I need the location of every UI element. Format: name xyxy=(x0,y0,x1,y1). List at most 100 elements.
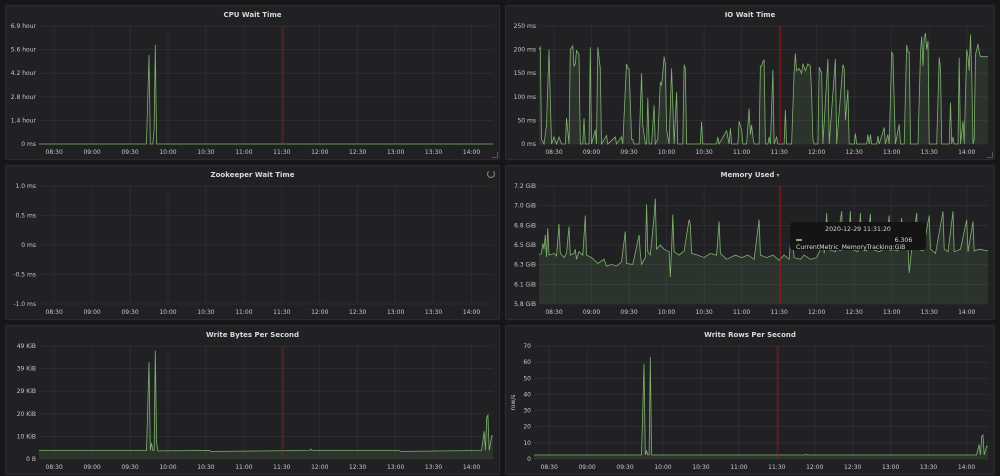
x-tick-label: 09:00 xyxy=(583,149,600,156)
x-tick-label: 12:00 xyxy=(311,464,328,471)
x-tick-label: 11:30 xyxy=(770,149,787,156)
y-tick-label: 5.8 GiB xyxy=(514,301,536,308)
x-tick-label: 12:30 xyxy=(349,464,366,471)
x-tick-label: 14:00 xyxy=(463,149,480,156)
series-area xyxy=(539,198,988,304)
x-tick-label: 13:00 xyxy=(387,464,404,471)
panel-write-rows-per-second[interactable]: Write Rows Per Second 0 10 20 30 40 50 60 70 08:… xyxy=(505,325,995,475)
x-tick-label: 14:00 xyxy=(463,309,480,316)
y-tick-label: 0 xyxy=(527,456,531,463)
y-tick-label: 49 KiB xyxy=(17,343,36,350)
x-tick-label: 11:00 xyxy=(235,309,252,316)
x-tick-label: 14:00 xyxy=(958,149,975,156)
x-tick-label: 14:00 xyxy=(958,464,975,471)
x-tick-label: 12:30 xyxy=(349,149,366,156)
x-tick-label: 11:30 xyxy=(273,149,290,156)
resize-handle[interactable] xyxy=(492,152,498,158)
y-tick-label: 7.2 GiB xyxy=(514,183,536,190)
x-tick-label: 09:00 xyxy=(83,149,100,156)
y-tick-label: 50 xyxy=(523,375,531,382)
resize-handle[interactable] xyxy=(987,152,993,158)
x-tick-label: 10:00 xyxy=(159,149,176,156)
x-tick-label: 08:30 xyxy=(545,149,562,156)
series-line xyxy=(534,357,988,456)
y-tick-label: 6.9 hour xyxy=(11,23,37,30)
x-tick-label: 08:30 xyxy=(46,464,63,471)
x-tick-label: 13:30 xyxy=(921,149,938,156)
chart-write-rows-per-second[interactable]: 0 10 20 30 40 50 60 70 08:30 09:00 09:30 10:00 10:30… xyxy=(506,326,996,476)
x-tick-label: 09:30 xyxy=(616,464,633,471)
y-tick-label: 40 xyxy=(523,391,531,398)
x-tick-label: 11:30 xyxy=(768,464,785,471)
x-tick-label: 14:00 xyxy=(958,309,975,316)
chart-zookeeper-wait-time[interactable]: -1.0 ms -0.5 ms 0 ms 0.5 ms 1.0 ms 08:30 09:00… xyxy=(6,166,501,321)
chart-cpu-wait-time[interactable]: 0 ms 1.4 hour 2.8 hour 4.2 hour 5.6 hour 6.9 … xyxy=(6,6,501,161)
x-tick-label: 10:30 xyxy=(197,309,214,316)
y-tick-label: 20 xyxy=(523,424,531,431)
x-tick-label: 12:00 xyxy=(806,464,823,471)
y-tick-label: 5.6 hour xyxy=(11,47,37,54)
y-tick-label: 0 B xyxy=(26,456,36,463)
x-tick-label: 12:00 xyxy=(311,309,328,316)
y-tick-label: 50 ms xyxy=(517,117,536,124)
y-tick-label: 4.2 hour xyxy=(11,70,37,77)
x-tick-label: 11:00 xyxy=(235,149,252,156)
x-tick-label: 11:00 xyxy=(733,149,750,156)
x-tick-label: 13:00 xyxy=(387,149,404,156)
y-tick-label: 10 KiB xyxy=(17,433,36,440)
chart-io-wait-time[interactable]: 0 ms 50 ms 100 ms 150 ms 200 ms 250 ms 08:30 09… xyxy=(506,6,996,161)
panel-write-bytes-per-second[interactable]: Write Bytes Per Second 0 B 10 KiB 20 KiB 29… xyxy=(5,325,500,475)
panel-cpu-wait-time[interactable]: CPU Wait Time 0 ms 1.4 hour 2.8 hour 4.2 ho… xyxy=(5,5,500,160)
tooltip-time: 2020-12-29 11:31:20 xyxy=(825,226,891,233)
y-tick-label: 150 ms xyxy=(514,70,536,77)
x-tick-label: 09:00 xyxy=(83,464,100,471)
x-tick-label: 10:30 xyxy=(692,464,709,471)
x-tick-label: 12:00 xyxy=(808,149,825,156)
x-tick-label: 13:00 xyxy=(387,309,404,316)
x-tick-label: 09:30 xyxy=(121,309,138,316)
tooltip-row: CurrentMetric_MemoryTracking: 6.306 GiB xyxy=(796,237,920,251)
x-tick-label: 08:30 xyxy=(545,309,562,316)
series-swatch-icon xyxy=(796,239,802,241)
x-tick-label: 13:30 xyxy=(920,464,937,471)
y-tick-label: 1.0 ms xyxy=(16,183,36,190)
x-tick-label: 08:30 xyxy=(46,309,63,316)
y-tick-label: 60 xyxy=(523,359,531,366)
y-tick-label: 200 ms xyxy=(514,47,536,54)
y-tick-label: 20 KiB xyxy=(17,411,36,418)
y-tick-label: 100 ms xyxy=(514,94,536,101)
x-tick-label: 13:30 xyxy=(425,464,442,471)
y-tick-label: 30 xyxy=(523,408,531,415)
x-tick-label: 09:00 xyxy=(83,309,100,316)
x-tick-label: 11:30 xyxy=(273,309,290,316)
tooltip-value: 6.306 GiB xyxy=(894,237,913,251)
x-tick-label: 09:30 xyxy=(121,149,138,156)
y-tick-label: 10 xyxy=(523,440,531,447)
x-tick-label: 13:00 xyxy=(883,309,900,316)
y-tick-label: 7.0 GiB xyxy=(514,203,536,210)
y-tick-label: 6.5 GiB xyxy=(514,242,536,249)
y-tick-label: 250 ms xyxy=(514,23,536,30)
y-tick-label: 0 ms xyxy=(21,242,36,249)
x-tick-label: 10:30 xyxy=(695,309,712,316)
x-tick-label: 10:30 xyxy=(695,149,712,156)
y-tick-label: 1.4 hour xyxy=(11,117,37,124)
x-tick-label: 10:30 xyxy=(197,464,214,471)
x-tick-label: 09:00 xyxy=(583,309,600,316)
panel-zookeeper-wait-time[interactable]: Zookeeper Wait Time -1.0 ms -0.5 ms 0 ms 0.… xyxy=(5,165,500,320)
x-tick-label: 13:30 xyxy=(425,149,442,156)
y-tick-label: 0 ms xyxy=(21,141,36,148)
x-tick-label: 12:30 xyxy=(846,149,863,156)
x-tick-label: 10:00 xyxy=(654,464,671,471)
y-tick-label: 6.1 GiB xyxy=(514,281,536,288)
x-tick-label: 12:00 xyxy=(311,149,328,156)
tooltip-series-name: CurrentMetric_MemoryTracking: xyxy=(796,244,895,251)
x-tick-label: 10:00 xyxy=(159,309,176,316)
chart-write-bytes-per-second[interactable]: 0 B 10 KiB 20 KiB 29 KiB 39 KiB 49 KiB 08:30 09… xyxy=(6,326,501,476)
y-tick-label: 0.5 ms xyxy=(16,213,36,220)
panel-io-wait-time[interactable]: IO Wait Time 0 ms 50 ms 100 ms 150 ms 200 ms… xyxy=(505,5,995,160)
x-tick-label: 11:30 xyxy=(770,309,787,316)
x-tick-label: 14:00 xyxy=(463,464,480,471)
x-tick-label: 12:30 xyxy=(349,309,366,316)
y-tick-label: -1.0 ms xyxy=(13,301,36,308)
